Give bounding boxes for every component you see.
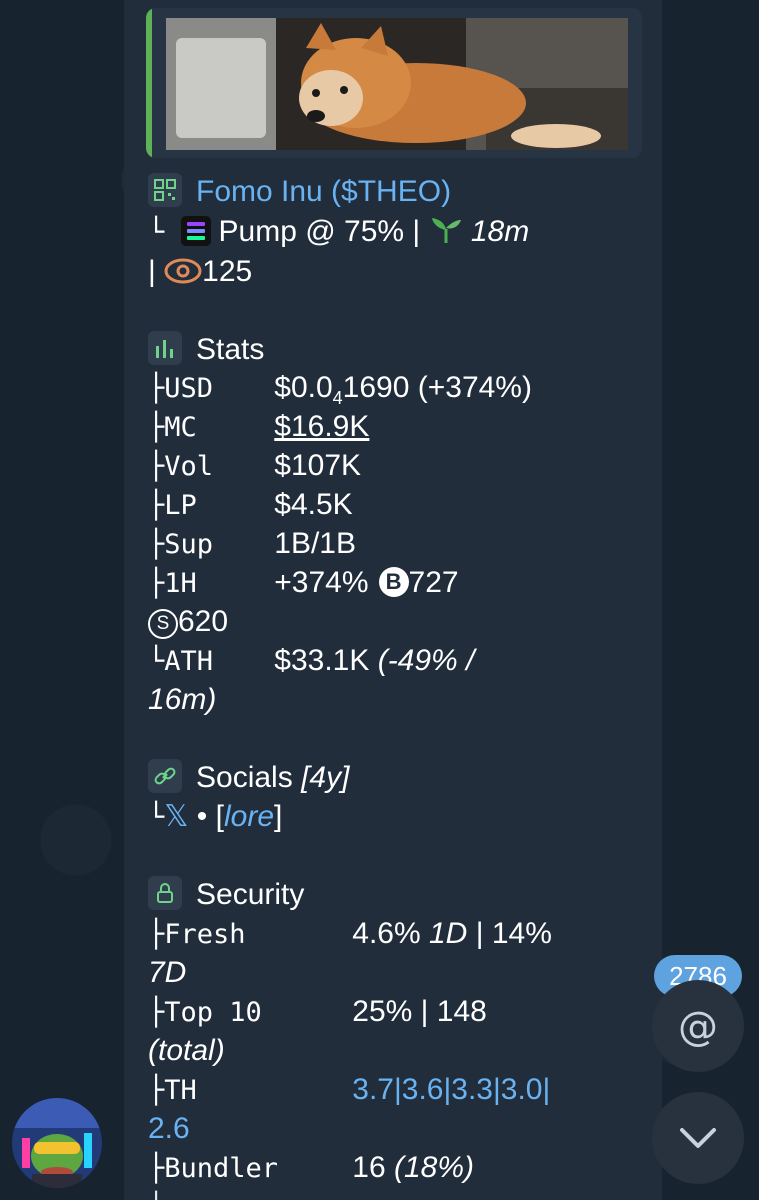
svg-text:@: @ [678,1004,718,1050]
security-row-cutoff: ├ [148,1187,164,1200]
tree-branch: └ [148,217,181,248]
security-row-top10: ├Top 10 25% | 148 [148,992,487,1033]
views-count: 125 [202,255,253,288]
token-age: 18m [470,215,530,248]
stats-row-sup: ├Sup 1B/1B [148,524,356,565]
eye-icon [164,258,202,284]
security-row-fresh: ├Fresh 4.6% 1D | 14% [148,914,552,955]
stats-label: 1H [164,568,197,599]
mentions-button[interactable]: @ [652,980,744,1072]
security-row-th: ├TH 3.7|3.6|3.3|3.0| [148,1070,550,1111]
security-label: Fresh [164,919,246,950]
lp-value: $4.5K [274,488,353,521]
scroll-down-button[interactable] [652,1092,744,1184]
security-label: TH [164,1075,197,1106]
socials-links: └𝕏 • [lore] [148,800,283,833]
token-title-line: Fomo Inu ($THEO) [148,172,451,212]
stats-row-1h: ├1H +374% B 727 [148,563,459,604]
stats-label: Vol [164,451,214,482]
lore-link[interactable]: lore [224,800,274,833]
stats-heading: Stats [148,330,264,370]
media-preview[interactable] [146,8,642,158]
security-top10-cont: (total) [148,1034,225,1067]
ath-change: (-49% / [377,644,475,677]
stats-title: Stats [196,333,265,366]
at-sign-icon: @ [678,1004,718,1050]
ath-change-cont: 16m) [148,683,217,716]
stats-row-vol: ├Vol $107K [148,446,361,487]
socials-title: Socials [196,761,293,794]
qr-icon [148,173,182,207]
market-cap-link[interactable]: $16.9K [274,410,369,443]
security-row-bundler: ├Bundler 16 (18%) [148,1148,474,1189]
usd-price: $0.041690 (+374%) [274,371,532,408]
socials-age: [4y] [301,761,350,794]
dog-photo [166,18,628,150]
socials-heading: Socials [4y] [148,758,349,798]
views-separator: | [148,255,156,288]
bar-chart-icon [148,331,182,365]
link-icon [148,759,182,793]
buys-icon: B [378,567,409,597]
lock-icon [148,876,182,910]
security-title: Security [196,878,305,911]
security-fresh-cont: 7D [148,956,187,989]
stats-row-mc: ├MC $16.9K [148,407,369,448]
chevron-down-icon [680,1128,716,1148]
stats-label: USD [164,373,214,404]
sells-line: S 620 [148,602,228,642]
security-label: Top 10 [164,997,262,1028]
views-line: | 125 [148,252,252,292]
token-name-link[interactable]: Fomo Inu ($THEO) [196,175,451,208]
stats-label: MC [164,412,197,443]
pepe-avatar-image [12,1098,102,1188]
security-th-cont: 2.6 [148,1112,190,1145]
quote-bar [146,8,152,158]
stats-row-ath: └ATH $33.1K (-49% / [148,641,474,682]
stats-label: LP [164,490,197,521]
x-link[interactable]: 𝕏 [164,800,188,833]
change-1h: +374% [274,566,369,599]
security-label: Bundler [164,1153,279,1184]
th-values-link[interactable]: 3.7|3.6|3.3|3.0| [352,1073,550,1106]
sender-avatar[interactable] [12,1098,102,1188]
message-bubble: Fomo Inu ($THEO) └ Pump @ 75% | 18m | 12… [124,0,662,1200]
stats-label: Sup [164,529,214,560]
sells-count: 620 [178,605,229,638]
supply-value: 1B/1B [274,527,356,560]
seedling-icon [431,218,461,243]
stats-label: ATH [164,646,214,677]
sells-icon: S [148,609,178,639]
security-heading: Security [148,875,304,915]
buys-count: 727 [408,566,459,599]
volume-value: $107K [274,449,362,482]
stats-row-lp: ├LP $4.5K [148,485,353,526]
platform-line: └ Pump @ 75% | 18m [148,212,529,253]
ath-value: $33.1K [274,644,370,677]
solana-icon [180,216,211,246]
platform-text: Pump @ 75% | [218,215,421,248]
